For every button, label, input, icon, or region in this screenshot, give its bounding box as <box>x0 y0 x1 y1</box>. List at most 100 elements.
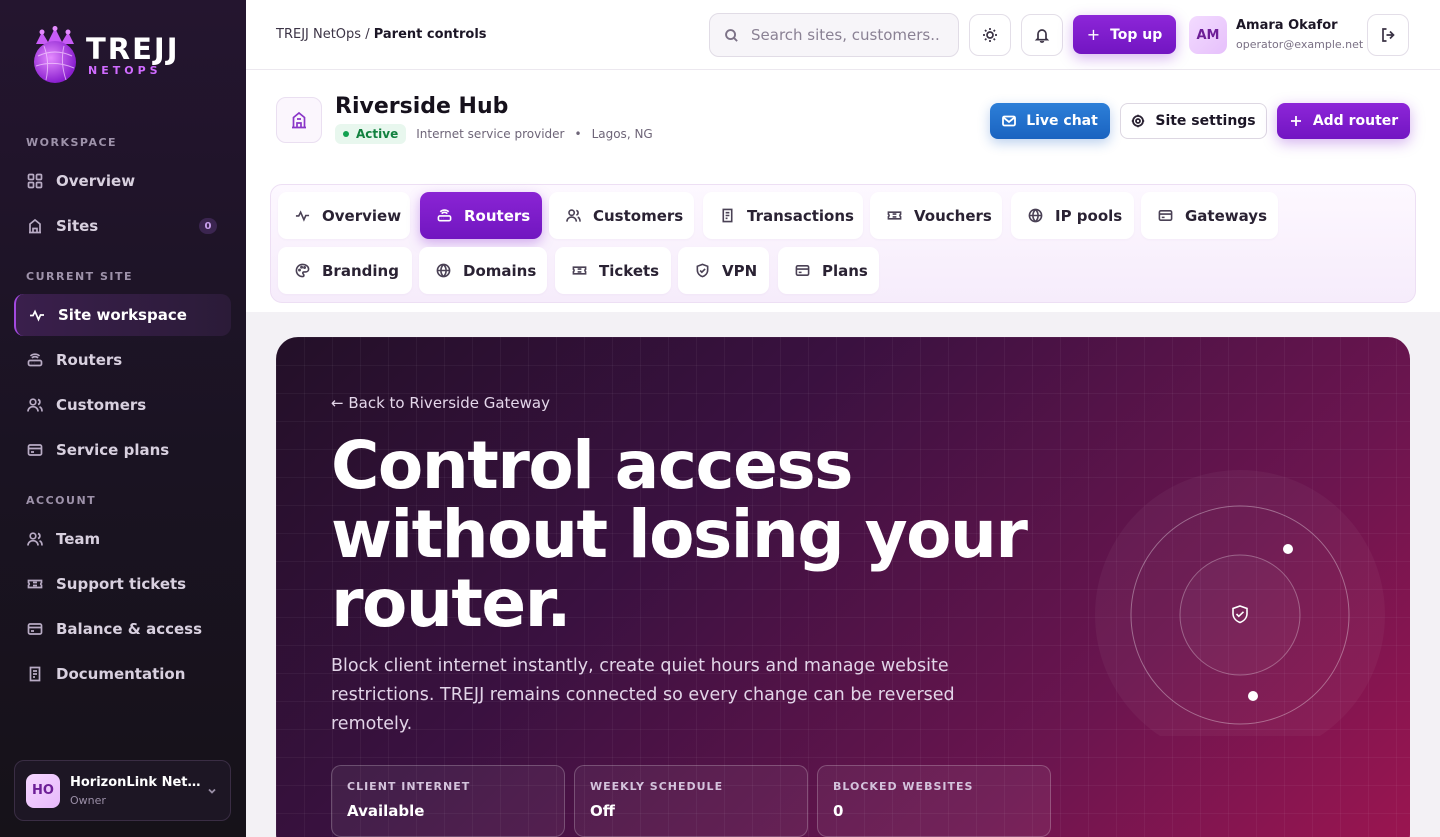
site-icon <box>276 97 322 143</box>
tab-label: Transactions <box>747 206 854 225</box>
hero-title: Control access without losing your route… <box>331 427 1028 642</box>
logout-icon <box>1382 28 1395 42</box>
user-name: Amara Okafor <box>1236 18 1338 33</box>
tab-plans[interactable]: Plans <box>778 247 879 294</box>
top-bar: TREJJ NetOps / Parent controls + Top up … <box>246 0 1440 70</box>
tab-routers[interactable]: Routers <box>420 192 542 239</box>
stat-label: CLIENT INTERNET <box>347 780 471 793</box>
tab-domains[interactable]: Domains <box>419 247 547 294</box>
tab-label: Gateways <box>1185 206 1268 225</box>
tab-transactions[interactable]: Transactions <box>703 192 863 239</box>
tab-ip-pools[interactable]: IP pools <box>1011 192 1134 239</box>
status-badge: Active <box>335 124 407 144</box>
receipt-icon <box>722 208 733 223</box>
ticket-icon <box>887 211 902 220</box>
tab-label: VPN <box>722 261 758 280</box>
tab-label: Tickets <box>599 261 660 280</box>
add-router-button[interactable]: Add router <box>1277 103 1410 139</box>
notifications-button[interactable] <box>1021 14 1063 56</box>
search-box[interactable] <box>709 13 959 57</box>
brand-logo[interactable]: TREJJ NETOPS <box>30 26 180 84</box>
sidebar-item-overview[interactable]: Overview <box>14 160 231 202</box>
tab-tickets[interactable]: Tickets <box>555 247 671 294</box>
site-type: Internet service provider <box>416 127 565 141</box>
search-icon <box>725 28 738 42</box>
tab-label: IP pools <box>1055 206 1123 225</box>
sidebar-item-sites[interactable]: Sites 0 <box>14 205 231 247</box>
sidebar-item-site-workspace[interactable]: Site workspace <box>14 294 231 336</box>
building-icon <box>29 218 41 234</box>
site-settings-button[interactable]: Site settings <box>1120 103 1267 139</box>
stat-blocked-websites: BLOCKED WEBSITES 0 <box>817 765 1051 837</box>
ticket-icon <box>572 266 587 275</box>
hero-description: Block client internet instantly, create … <box>331 656 955 734</box>
sidebar-item-label: Routers <box>56 351 123 369</box>
sun-icon <box>983 28 997 42</box>
palette-icon <box>295 263 310 278</box>
theme-toggle-button[interactable] <box>969 14 1011 56</box>
sidebar-item-label: Team <box>56 530 101 548</box>
live-chat-button[interactable]: Live chat <box>990 103 1110 139</box>
site-title: Riverside Hub <box>335 94 509 119</box>
tab-vouchers[interactable]: Vouchers <box>870 192 1002 239</box>
sidebar-item-label: Sites <box>56 217 99 235</box>
users-icon <box>27 398 43 412</box>
sites-count-badge: 0 <box>199 218 217 234</box>
router-icon <box>437 209 452 222</box>
section-account: ACCOUNT <box>26 494 97 507</box>
stat-label: WEEKLY SCHEDULE <box>590 780 724 793</box>
sidebar-item-documentation[interactable]: Documentation <box>14 653 231 695</box>
globe-icon <box>1028 208 1043 223</box>
tab-branding[interactable]: Branding <box>278 247 412 294</box>
card-icon <box>1158 210 1173 221</box>
logout-button[interactable] <box>1367 14 1409 56</box>
site-settings-label: Site settings <box>1155 113 1256 129</box>
tab-label: Plans <box>822 261 868 280</box>
chevron-down-icon <box>208 788 216 794</box>
site-header: Riverside Hub Active Internet service pr… <box>246 70 1440 312</box>
tab-vpn[interactable]: VPN <box>678 247 769 294</box>
sidebar-item-label: Overview <box>56 172 136 190</box>
radar-shield-illustration <box>1095 470 1385 736</box>
doc-icon <box>29 666 41 682</box>
sidebar-item-balance-access[interactable]: Balance & access <box>14 608 231 650</box>
sidebar-item-routers[interactable]: Routers <box>14 339 231 381</box>
back-link[interactable]: ← Back to Riverside Gateway <box>331 394 550 412</box>
stat-label: BLOCKED WEBSITES <box>833 780 974 793</box>
site-tabs: Overview Routers Customers Transactions … <box>270 184 1416 303</box>
search-input[interactable] <box>751 26 941 44</box>
card-icon <box>795 265 810 276</box>
sidebar-item-label: Support tickets <box>56 575 187 593</box>
tab-customers[interactable]: Customers <box>549 192 694 239</box>
top-up-button[interactable]: + Top up <box>1073 15 1176 54</box>
tab-overview[interactable]: Overview <box>278 192 410 239</box>
organization-switcher[interactable]: HO HorizonLink Net… Owner <box>14 760 231 821</box>
breadcrumb-root[interactable]: TREJJ NetOps / <box>276 27 370 42</box>
user-avatar[interactable]: AM <box>1189 16 1227 54</box>
sidebar-item-label: Balance & access <box>56 620 203 638</box>
tab-label: Routers <box>464 206 531 225</box>
sidebar: TREJJ NETOPS WORKSPACE Overview Sites 0 … <box>0 0 246 837</box>
status-dot-icon <box>343 131 349 137</box>
stat-value: Available <box>347 802 425 820</box>
router-icon <box>27 353 43 367</box>
ticket-icon <box>27 579 43 589</box>
sidebar-item-label: Customers <box>56 396 147 414</box>
tab-label: Branding <box>322 261 399 280</box>
users-icon <box>566 209 581 222</box>
site-meta: Active Internet service provider • Lagos… <box>335 124 653 144</box>
org-avatar: HO <box>26 773 60 808</box>
users-icon <box>27 532 43 546</box>
sidebar-item-customers[interactable]: Customers <box>14 384 231 426</box>
tab-label: Domains <box>463 261 537 280</box>
parent-controls-hero: ← Back to Riverside Gateway Control acce… <box>276 337 1410 837</box>
globe-icon <box>436 263 451 278</box>
tab-label: Vouchers <box>914 206 992 225</box>
sidebar-item-support-tickets[interactable]: Support tickets <box>14 563 231 605</box>
stat-value: 0 <box>833 802 844 820</box>
sidebar-item-service-plans[interactable]: Service plans <box>14 429 231 471</box>
sidebar-item-team[interactable]: Team <box>14 518 231 560</box>
card-icon <box>27 623 43 635</box>
tab-gateways[interactable]: Gateways <box>1141 192 1278 239</box>
breadcrumb-current: Parent controls <box>373 27 487 42</box>
